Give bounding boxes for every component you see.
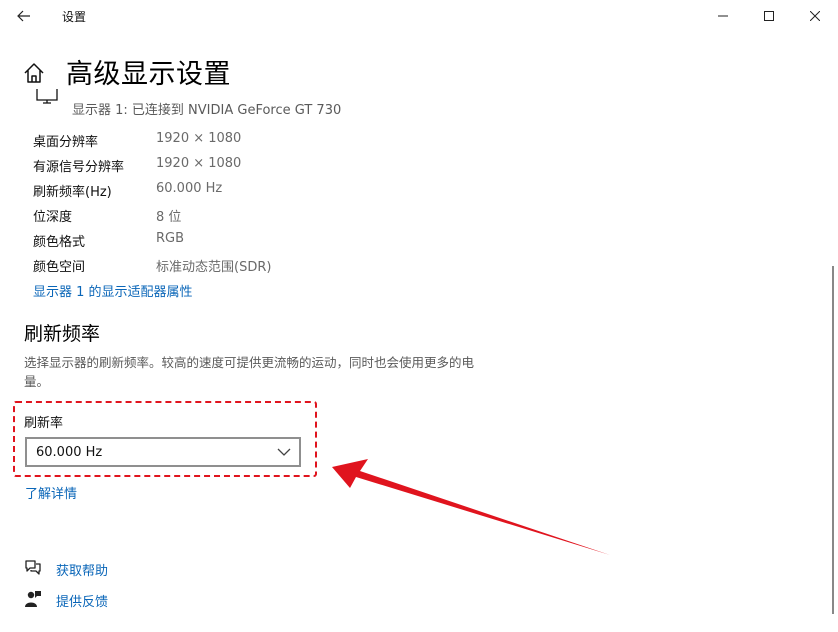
info-label-color-space: 颜色空间 [33,260,86,275]
refresh-section-description: 选择显示器的刷新频率。较高的速度可提供更流畅的运动，同时也会使用更多的电量。 [24,355,475,389]
minimize-button[interactable] [700,0,746,32]
info-label-color-format: 颜色格式 [33,235,86,250]
learn-more-link[interactable]: 了解详情 [25,483,77,502]
help-chat-icon [25,560,41,575]
info-label-bit-depth: 位深度 [33,210,73,225]
feedback-person-icon [25,591,41,607]
monitor-connection-text: 显示器 1: 已连接到 NVIDIA GeForce GT 730 [72,103,342,118]
refresh-section-title: 刷新频率 [24,323,101,345]
display-adapter-properties-link[interactable]: 显示器 1 的显示适配器属性 [33,281,193,300]
info-value-bit-depth: 8 位 [156,210,182,225]
info-value-desktop-resolution: 1920 × 1080 [156,131,242,146]
info-value-color-space: 标准动态范围(SDR) [156,260,272,275]
close-button[interactable] [792,0,838,32]
info-label-desktop-resolution: 桌面分辨率 [33,135,99,150]
get-help-link[interactable]: 获取帮助 [56,560,108,579]
page-title: 高级显示设置 [66,59,231,90]
title-bar: 设置 [0,0,838,32]
annotation-arrow-icon [332,459,610,555]
back-button[interactable] [10,4,38,28]
window-title: 设置 [62,10,87,24]
give-feedback-link[interactable]: 提供反馈 [56,591,108,610]
home-icon[interactable] [23,62,45,84]
info-value-active-signal-resolution: 1920 × 1080 [156,156,242,171]
info-label-active-signal-resolution: 有源信号分辨率 [33,160,125,175]
annotation-highlight-box [13,401,317,477]
monitor-icon [36,89,58,104]
maximize-icon [764,11,774,21]
close-icon [810,11,820,21]
scrollbar[interactable] [832,266,834,614]
back-arrow-icon [17,10,30,22]
maximize-button[interactable] [746,0,792,32]
info-value-color-format: RGB [156,231,185,246]
minimize-icon [718,15,728,17]
info-value-refresh-rate: 60.000 Hz [156,181,223,196]
info-label-refresh-rate: 刷新频率(Hz) [33,185,112,200]
